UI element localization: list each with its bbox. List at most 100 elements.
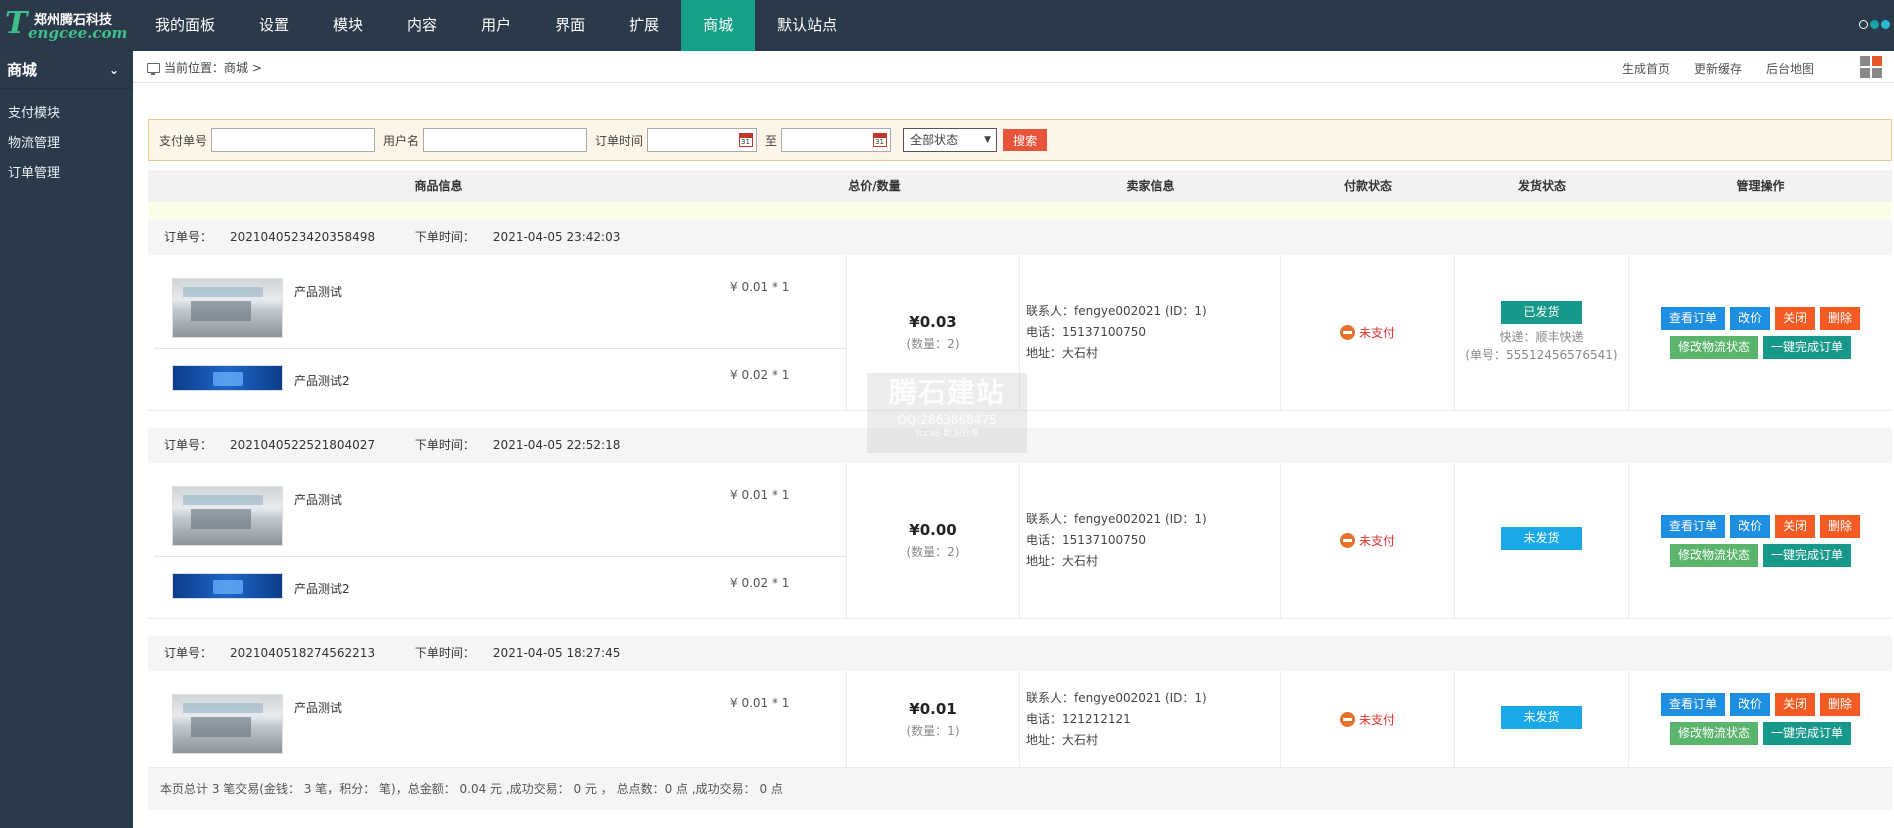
close-order-button[interactable]: 关闭 (1775, 514, 1816, 538)
nav-content[interactable]: 内容 (385, 0, 459, 51)
minus-circle-icon (1339, 325, 1355, 340)
order-card: 订单号： 2021040522521804027 下单时间： 2021-04-05 … (148, 428, 1892, 619)
sidebar-item-logistics[interactable]: 物流管理 (0, 129, 133, 159)
header-strip (148, 202, 1892, 220)
pay-no-input[interactable] (211, 128, 376, 152)
total-quantity: (数量：1) (906, 723, 960, 738)
update-cache-link[interactable]: 更新缓存 (1694, 60, 1742, 77)
edit-logistics-button[interactable]: 修改物流状态 (1669, 722, 1758, 745)
product-price: ¥ 0.01 * 1 (730, 280, 790, 294)
product-price: ¥ 0.02 * 1 (730, 368, 790, 382)
payment-status-text: 未支付 (1358, 712, 1395, 727)
admin-map-link[interactable]: 后台地图 (1766, 60, 1814, 77)
nav-dashboard[interactable]: 我的面板 (133, 0, 237, 51)
goods-item: 产品测试 ¥ 0.01 * 1 (154, 255, 846, 349)
product-thumbnail[interactable] (172, 694, 283, 754)
date-to-input[interactable] (782, 129, 873, 151)
reprice-button[interactable]: 改价 (1729, 693, 1770, 716)
username-input[interactable] (423, 128, 588, 152)
sidebar-header[interactable]: 商城 ⌄ (0, 51, 133, 89)
complete-order-button[interactable]: 一键完成订单 (1763, 335, 1852, 359)
nav-settings[interactable]: 设置 (237, 0, 311, 51)
view-order-button[interactable]: 查看订单 (1660, 306, 1725, 330)
top-bar: T 郑州腾石科技 engcee.com 我的面板 设置 模块 内容 用户 界面 … (0, 0, 1894, 51)
order-number: 2021040522521804027 (230, 438, 376, 452)
username-label: 用户名 (383, 133, 420, 148)
order-goods: 产品测试 ¥ 0.01 * 1 (148, 671, 847, 767)
seller-info: 联系人：fengye002021 (ID：1) 电话：15137100750 地… (1020, 255, 1281, 410)
delete-order-button[interactable]: 删除 (1820, 514, 1861, 538)
sidebar-item-orders[interactable]: 订单管理 (0, 159, 133, 189)
nav-extensions[interactable]: 扩展 (607, 0, 681, 51)
product-name[interactable]: 产品测试2 (294, 372, 350, 389)
product-name[interactable]: 产品测试 (294, 491, 342, 508)
theme-dot-icon[interactable] (1881, 20, 1890, 29)
product-price: ¥ 0.02 * 1 (730, 576, 790, 590)
product-name[interactable]: 产品测试2 (294, 580, 350, 597)
date-from-input[interactable] (648, 129, 739, 151)
shipping-status-badge: 未发货 (1501, 527, 1582, 550)
product-name[interactable]: 产品测试 (294, 699, 342, 716)
date-to-field[interactable] (781, 128, 892, 152)
view-order-button[interactable]: 查看订单 (1660, 514, 1725, 538)
sidebar-title: 商城 (7, 61, 38, 79)
product-name[interactable]: 产品测试 (294, 283, 342, 300)
col-header-ship: 发货状态 (1517, 179, 1566, 193)
table-header: 商品信息 总价/数量 卖家信息 付款状态 发货状态 管理操作 (148, 170, 1892, 202)
minus-circle-icon (1339, 533, 1355, 548)
edit-logistics-button[interactable]: 修改物流状态 (1669, 543, 1758, 567)
nav-interface[interactable]: 界面 (533, 0, 607, 51)
status-select[interactable]: 全部状态 ▼ (903, 128, 998, 152)
close-order-button[interactable]: 关闭 (1775, 693, 1816, 716)
theme-dot-icon[interactable] (1859, 20, 1868, 29)
product-price: ¥ 0.01 * 1 (730, 696, 790, 710)
breadcrumb: 当前位置：商城 > (147, 59, 262, 76)
order-header: 订单号： 2021040522521804027 下单时间： 2021-04-05 … (148, 428, 1892, 463)
calendar-icon[interactable] (873, 133, 888, 147)
nav-mall[interactable]: 商城 (681, 0, 756, 51)
date-from-field[interactable] (647, 128, 758, 152)
product-thumbnail[interactable] (172, 278, 283, 338)
payment-status: 未支付 (1281, 671, 1455, 767)
complete-order-button[interactable]: 一键完成订单 (1763, 722, 1852, 745)
seller-phone: 15137100750 (1062, 325, 1146, 339)
edit-logistics-button[interactable]: 修改物流状态 (1669, 335, 1758, 359)
order-body: 产品测试 ¥ 0.01 * 1 产品测试2 ¥ 0.02 * 1 ¥0.00 (… (148, 463, 1892, 619)
status-select-value: 全部状态 (910, 133, 959, 147)
product-thumbnail[interactable] (172, 365, 283, 391)
product-thumbnail[interactable] (172, 486, 283, 546)
order-total: ¥0.03 (数量：2) (847, 255, 1020, 410)
shipping-status-badge: 已发货 (1501, 301, 1582, 324)
close-order-button[interactable]: 关闭 (1775, 306, 1816, 330)
express-company: 快递：顺丰快递 (1499, 330, 1584, 344)
order-actions: 查看订单 改价 关闭 删除 修改物流状态 一键完成订单 (1629, 671, 1892, 767)
chevron-down-icon[interactable]: ⌄ (109, 51, 119, 89)
search-button[interactable]: 搜索 (1003, 129, 1048, 151)
order-card: 订单号： 2021040523420358498 下单时间： 2021-04-05 … (148, 220, 1892, 411)
col-header-seller: 卖家信息 (1126, 179, 1175, 193)
reprice-button[interactable]: 改价 (1729, 306, 1770, 330)
nav-default-site[interactable]: 默认站点 (755, 0, 859, 51)
logo-domain: engcee.com (28, 24, 128, 42)
theme-dot-icon[interactable] (1870, 20, 1879, 29)
product-price: ¥ 0.01 * 1 (730, 488, 790, 502)
sidebar-item-payment[interactable]: 支付模块 (0, 99, 133, 129)
layout-grid-icon[interactable] (1860, 56, 1884, 80)
theme-dots[interactable] (1859, 20, 1890, 29)
calendar-icon[interactable] (739, 133, 754, 147)
sidebar-list: 支付模块 物流管理 订单管理 (0, 89, 133, 189)
reprice-button[interactable]: 改价 (1729, 514, 1770, 538)
delete-order-button[interactable]: 删除 (1820, 693, 1861, 716)
delete-order-button[interactable]: 删除 (1820, 306, 1861, 330)
tracking-number: (单号：55512456576541) (1465, 348, 1618, 362)
order-header: 订单号： 2021040518274562213 下单时间： 2021-04-05 … (148, 636, 1892, 671)
view-order-button[interactable]: 查看订单 (1660, 693, 1725, 716)
complete-order-button[interactable]: 一键完成订单 (1763, 543, 1852, 567)
payment-status-text: 未支付 (1358, 326, 1395, 340)
nav-users[interactable]: 用户 (459, 0, 533, 51)
product-thumbnail[interactable] (172, 573, 283, 599)
shipping-status: 已发货 快递：顺丰快递 (单号：55512456576541) (1455, 255, 1629, 410)
goods-item: 产品测试 ¥ 0.01 * 1 (154, 463, 846, 557)
generate-home-link[interactable]: 生成首页 (1622, 60, 1670, 77)
nav-modules[interactable]: 模块 (311, 0, 385, 51)
